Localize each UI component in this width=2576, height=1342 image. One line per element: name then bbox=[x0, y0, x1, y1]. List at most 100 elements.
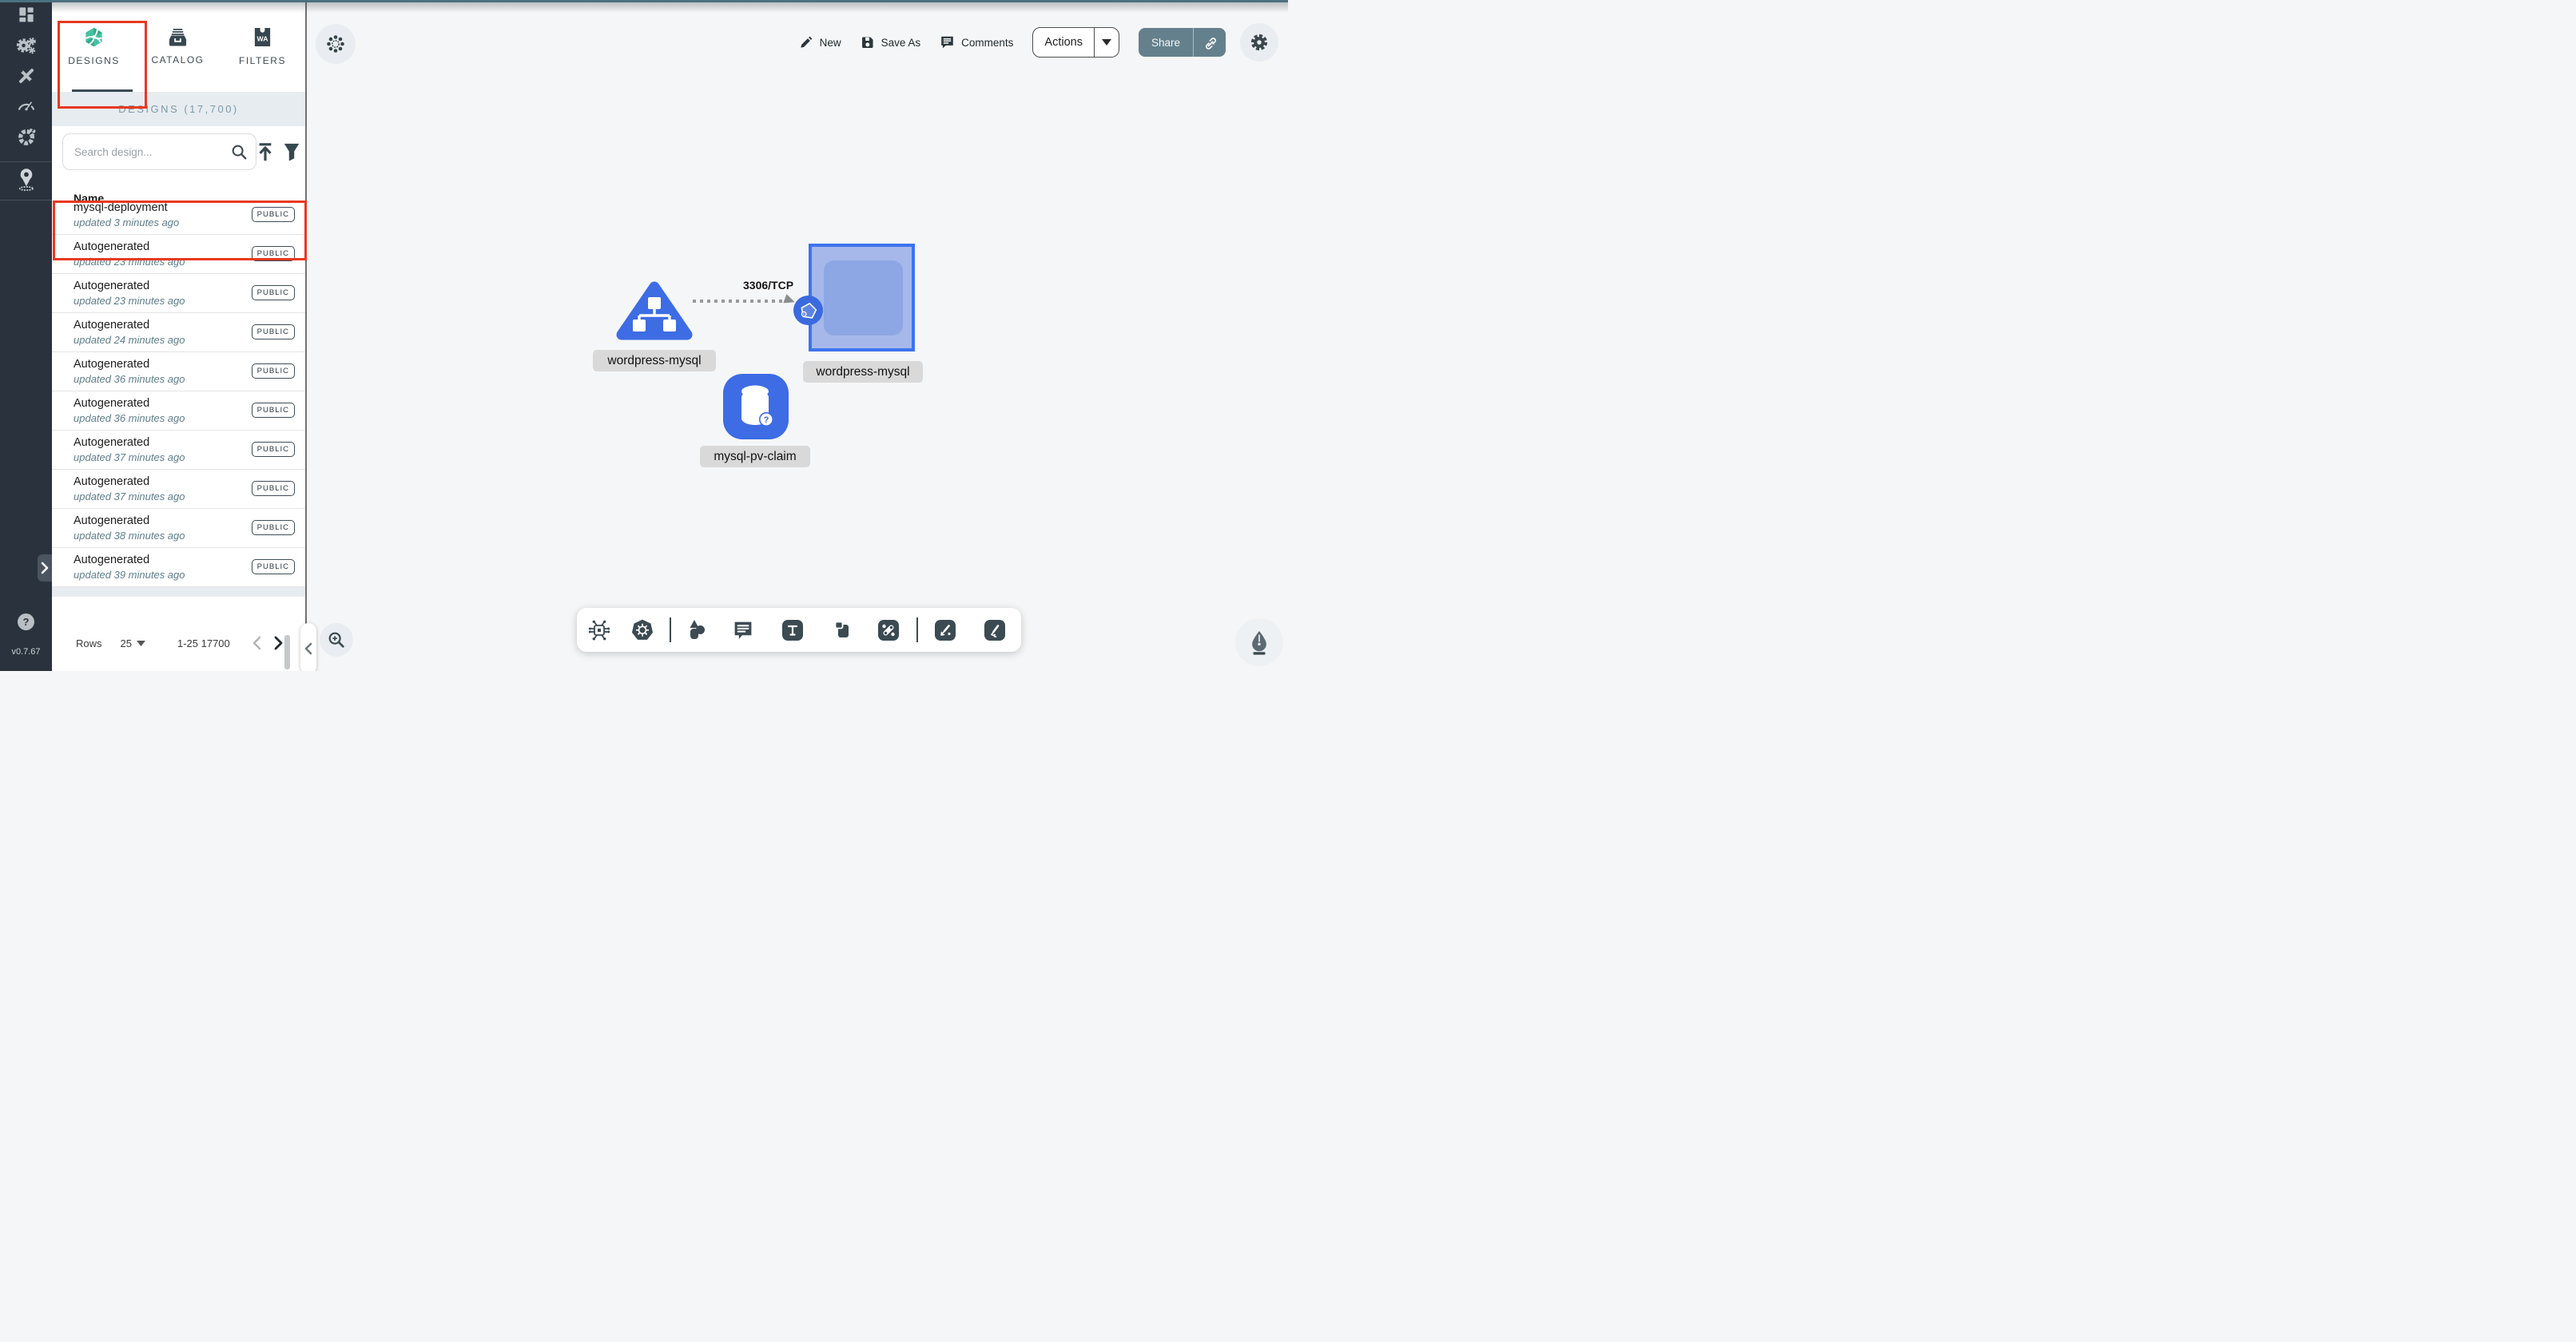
freehand-pencil-tool[interactable] bbox=[984, 620, 1005, 641]
svg-text:?: ? bbox=[764, 415, 769, 425]
kubernetes-tool[interactable] bbox=[631, 618, 654, 641]
list-end-band bbox=[52, 587, 305, 597]
design-row[interactable]: Autogeneratedupdated 39 minutes agoPUBLI… bbox=[52, 548, 305, 587]
tab-designs-label: DESIGNS bbox=[68, 55, 120, 66]
actions-label: Actions bbox=[1033, 36, 1094, 49]
design-row[interactable]: Autogeneratedupdated 36 minutes agoPUBLI… bbox=[52, 391, 305, 431]
meshery-designs-logo-icon bbox=[83, 26, 105, 48]
page-size-caret-icon[interactable] bbox=[137, 641, 145, 646]
nav-sidebar: ? v0.7.67 bbox=[0, 0, 52, 671]
panel-scrollbar[interactable] bbox=[284, 635, 290, 669]
range-label: 1-25 17700 bbox=[177, 637, 230, 649]
lifecycle-gears-icon[interactable] bbox=[0, 35, 52, 56]
wasm-filters-icon: WA bbox=[252, 26, 272, 48]
design-row[interactable]: Autogeneratedupdated 37 minutes agoPUBLI… bbox=[52, 431, 305, 470]
design-row[interactable]: Autogenerated updated 23 minutes ago PUBLI… bbox=[52, 235, 305, 274]
dock-divider bbox=[916, 617, 918, 642]
design-row[interactable]: Autogeneratedupdated 36 minutes agoPUBLI… bbox=[52, 352, 305, 391]
edge-pen-tool[interactable] bbox=[935, 620, 956, 641]
actions-caret-button[interactable] bbox=[1095, 39, 1119, 46]
link-icon bbox=[1203, 35, 1217, 50]
kanvas-pin-icon[interactable] bbox=[0, 166, 52, 193]
search-design-box[interactable] bbox=[62, 133, 256, 170]
settings-button[interactable] bbox=[1240, 23, 1278, 62]
visibility-badge: PUBLIC bbox=[252, 520, 295, 535]
design-name: Autogenerated bbox=[74, 280, 149, 292]
design-name: Autogenerated bbox=[74, 514, 149, 527]
visibility-badge: PUBLIC bbox=[252, 363, 295, 379]
node-label-pvc: mysql-pv-claim bbox=[700, 446, 810, 467]
design-pen-button[interactable] bbox=[1235, 618, 1283, 666]
sidebar-expand-button[interactable] bbox=[38, 554, 52, 582]
extensions-icon[interactable] bbox=[0, 126, 52, 147]
next-page-icon[interactable] bbox=[274, 636, 283, 650]
configuration-tools-icon[interactable] bbox=[0, 66, 52, 85]
panel-collapse-button[interactable] bbox=[300, 623, 316, 671]
new-button[interactable]: New bbox=[799, 35, 841, 50]
sticky-note-tool[interactable] bbox=[832, 619, 853, 641]
search-icon[interactable] bbox=[230, 143, 248, 161]
actions-split-button[interactable]: Actions bbox=[1032, 27, 1119, 58]
help-button[interactable]: ? bbox=[18, 613, 34, 630]
zoom-in-button[interactable] bbox=[320, 623, 353, 657]
design-row[interactable]: Autogeneratedupdated 24 minutes agoPUBLI… bbox=[52, 313, 305, 352]
design-updated: updated 37 minutes ago bbox=[74, 490, 185, 502]
save-as-button[interactable]: Save As bbox=[861, 35, 921, 50]
pencil-new-icon bbox=[799, 35, 813, 50]
chevron-down-icon bbox=[1102, 39, 1111, 46]
pen-nib-icon bbox=[1247, 629, 1271, 655]
save-as-label: Save As bbox=[881, 37, 921, 49]
designs-count-header: DESIGNS (17,700) bbox=[52, 92, 305, 126]
design-row[interactable]: Autogenerated updated 38 minutes ago PUBLI… bbox=[52, 509, 305, 548]
prev-page-icon[interactable] bbox=[252, 636, 261, 650]
design-updated: updated 37 minutes ago bbox=[74, 451, 185, 463]
design-name: Autogenerated bbox=[74, 397, 149, 410]
design-name: Autogenerated bbox=[74, 240, 149, 253]
edge-service-to-deployment[interactable] bbox=[693, 300, 789, 303]
search-input[interactable] bbox=[73, 145, 230, 159]
share-split-button[interactable]: Share bbox=[1139, 28, 1226, 57]
filter-funnel-icon[interactable] bbox=[282, 141, 301, 166]
node-label-deployment: wordpress-mysql bbox=[803, 361, 923, 383]
node-pvc-mysql-pv-claim[interactable]: ? bbox=[723, 374, 789, 439]
dashboard-icon[interactable] bbox=[0, 6, 52, 23]
design-name: Autogenerated bbox=[74, 319, 149, 332]
design-row[interactable]: mysql-deploymentupdated 3 minutes agoPUB… bbox=[52, 196, 305, 235]
design-name: Autogenerated bbox=[74, 436, 149, 449]
pod-pentagon-icon bbox=[798, 300, 819, 321]
database-icon: ? bbox=[735, 383, 777, 431]
visibility-badge: PUBLIC bbox=[252, 403, 295, 418]
page-size-select[interactable]: 25 bbox=[121, 637, 132, 649]
canvas-toolbar: New Save As Comments Actions Share bbox=[799, 26, 1226, 58]
mesh-views-button[interactable] bbox=[316, 24, 356, 64]
top-accent-strip bbox=[0, 0, 1288, 2]
comment-tool[interactable] bbox=[733, 619, 754, 641]
text-tool[interactable] bbox=[782, 620, 803, 641]
relationship-tool[interactable] bbox=[878, 620, 899, 641]
comments-button[interactable]: Comments bbox=[940, 35, 1013, 50]
node-service-wordpress-mysql[interactable] bbox=[616, 280, 693, 346]
tab-catalog-label: CATALOG bbox=[151, 54, 204, 66]
pod-badge[interactable] bbox=[793, 296, 823, 325]
new-label: New bbox=[820, 37, 841, 49]
shapes-tool[interactable] bbox=[686, 618, 708, 642]
node-deployment-wordpress-mysql[interactable] bbox=[809, 244, 915, 351]
edge-port-label: 3306/TCP bbox=[743, 279, 793, 292]
visibility-badge: PUBLIC bbox=[252, 285, 295, 300]
gear-icon bbox=[1250, 33, 1269, 52]
tab-designs[interactable]: DESIGNS bbox=[52, 0, 136, 92]
design-updated: updated 38 minutes ago bbox=[74, 530, 185, 542]
tab-filters[interactable]: WA FILTERS bbox=[221, 0, 304, 92]
design-name: mysql-deployment bbox=[74, 201, 168, 214]
copy-link-button[interactable] bbox=[1194, 35, 1226, 50]
design-row[interactable]: Autogeneratedupdated 23 minutes agoPUBLI… bbox=[52, 274, 305, 313]
tab-filters-label: FILTERS bbox=[239, 55, 286, 66]
design-updated: updated 23 minutes ago bbox=[74, 256, 185, 268]
design-row[interactable]: Autogeneratedupdated 37 minutes agoPUBLI… bbox=[52, 470, 305, 509]
performance-icon[interactable] bbox=[0, 96, 52, 113]
visibility-badge: PUBLIC bbox=[252, 246, 295, 261]
publish-upload-icon[interactable] bbox=[256, 141, 275, 166]
design-updated: updated 36 minutes ago bbox=[74, 373, 185, 385]
component-tool[interactable] bbox=[587, 618, 611, 642]
tab-catalog[interactable]: CATALOG bbox=[136, 0, 220, 92]
